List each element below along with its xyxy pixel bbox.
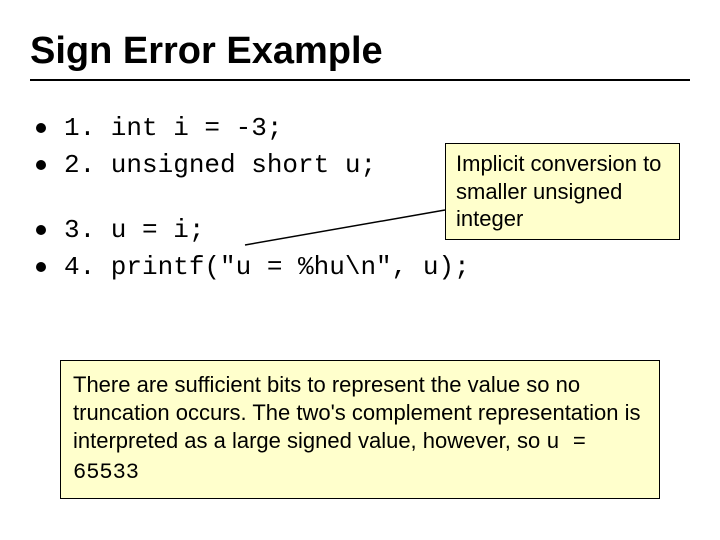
bullet-dot-icon bbox=[36, 262, 46, 272]
title-rule bbox=[30, 79, 690, 81]
bullet-1-text: 1. int i = -3; bbox=[64, 111, 282, 146]
bullet-4: 4. printf("u = %hu\n", u); bbox=[30, 250, 690, 285]
bullet-dot-icon bbox=[36, 225, 46, 235]
slide: Sign Error Example 1. int i = -3; 2. uns… bbox=[0, 0, 720, 540]
bullet-dot-icon bbox=[36, 123, 46, 133]
bullet-1: 1. int i = -3; bbox=[30, 111, 690, 146]
slide-title: Sign Error Example bbox=[30, 30, 690, 73]
bullet-dot-icon bbox=[36, 160, 46, 170]
bullet-3-text: 3. u = i; bbox=[64, 213, 204, 248]
callout-implicit-conversion: Implicit conversion to smaller unsigned … bbox=[445, 143, 680, 240]
bullet-4-text: 4. printf("u = %hu\n", u); bbox=[64, 250, 470, 285]
footnote-box: There are sufficient bits to represent t… bbox=[60, 360, 660, 499]
bullet-2-text: 2. unsigned short u; bbox=[64, 148, 376, 183]
